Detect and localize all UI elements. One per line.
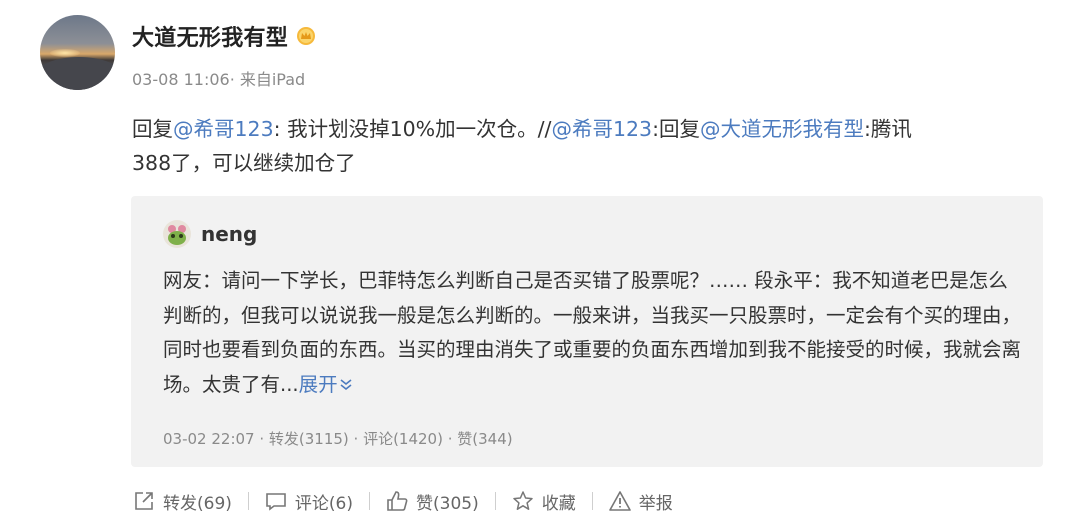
mention-link[interactable]: @大道无形我有型: [700, 117, 864, 141]
mention-link[interactable]: @希哥123: [173, 117, 274, 141]
like-button[interactable]: 赞(305): [386, 489, 479, 514]
favorite-label: 收藏: [541, 493, 576, 514]
author-name[interactable]: 大道无形我有型: [132, 20, 288, 52]
divider: [369, 492, 370, 510]
quoted-author-avatar[interactable]: [163, 220, 191, 248]
expand-link[interactable]: 展开: [299, 373, 354, 396]
author-row: 大道无形我有型: [132, 20, 316, 52]
report-button[interactable]: 举报: [608, 489, 673, 514]
star-icon: [512, 491, 533, 510]
divider: [247, 492, 249, 510]
comment-label: 评论(6): [294, 493, 353, 514]
quoted-post[interactable]: neng 网友：请问一下学长，巴菲特怎么判断自己是否买错了股票呢？…… 段永平：…: [131, 196, 1043, 467]
mention-link[interactable]: @希哥123: [551, 117, 652, 141]
post-meta: 03-08 11:06· 来自iPad: [132, 66, 305, 90]
post-text: 回复@希哥123: 我计划没掉10%加一次仓。//@希哥123:回复@大道无形我…: [132, 112, 1042, 180]
repost-icon: [135, 492, 153, 510]
divider: [591, 492, 593, 510]
warning-icon: [608, 491, 631, 511]
post-timestamp[interactable]: 03-08 11:06: [132, 70, 230, 89]
favorite-button[interactable]: 收藏: [512, 489, 576, 514]
post-text-segment: : 我计划没掉10%加一次仓。//: [273, 117, 552, 141]
post-source: · 来自iPad: [229, 70, 306, 89]
quoted-text: 网友：请问一下学长，巴菲特怎么判断自己是否买错了股票呢？…… 段永平：我不知道老…: [163, 264, 1023, 402]
thumbs-up-icon: [387, 491, 408, 511]
post-text-segment: :回复: [652, 117, 701, 141]
action-bar: 转发(69) 评论(6) 赞(305) 收藏 举报: [133, 487, 673, 515]
avatar-hill: [40, 57, 115, 90]
comment-button[interactable]: 评论(6): [265, 489, 353, 514]
chevron-down-icon: [340, 378, 352, 390]
report-label: 举报: [638, 493, 673, 514]
author-avatar[interactable]: [40, 15, 115, 90]
divider: [494, 492, 496, 510]
avatar-sunset: [50, 49, 80, 57]
repost-label: 转发(69): [163, 493, 232, 514]
like-label: 赞(305): [416, 493, 479, 514]
post-text-line2: 388了，可以继续加仓了: [132, 151, 356, 175]
quoted-author-name[interactable]: neng: [201, 222, 257, 246]
vip-crown-icon[interactable]: [296, 26, 316, 46]
repost-button[interactable]: 转发(69): [133, 489, 232, 514]
post-text-segment: :腾讯: [864, 117, 912, 141]
quoted-meta: 03-02 22:07 · 转发(3115) · 评论(1420) · 赞(34…: [163, 430, 513, 448]
quoted-author-row: neng: [163, 220, 257, 248]
reply-prefix: 回复: [132, 117, 173, 141]
expand-label[interactable]: 展开: [299, 373, 338, 396]
comment-icon: [266, 493, 286, 511]
quoted-text-body: 网友：请问一下学长，巴菲特怎么判断自己是否买错了股票呢？…… 段永平：我不知道老…: [163, 269, 1022, 396]
